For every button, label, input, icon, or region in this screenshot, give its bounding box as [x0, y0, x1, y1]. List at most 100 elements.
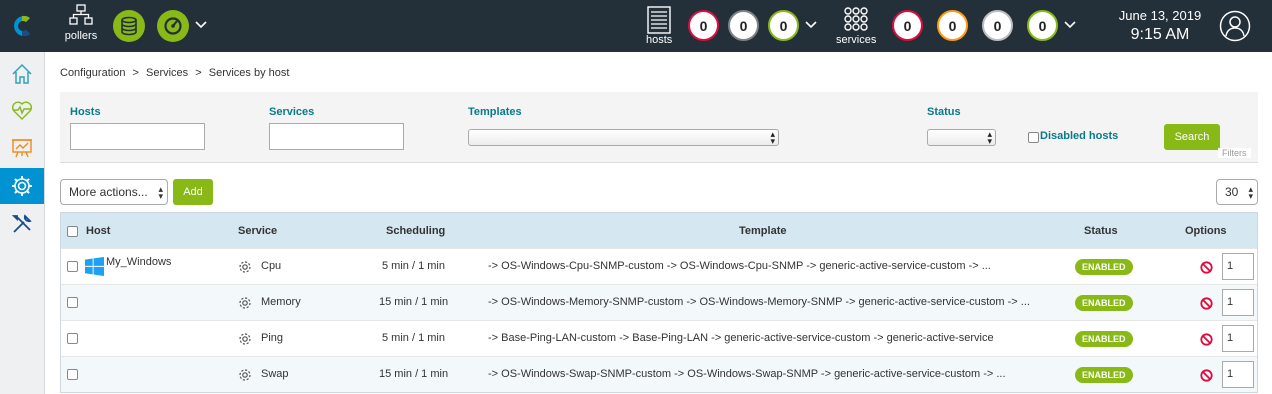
status-badge: ENABLED: [1075, 295, 1133, 311]
services-label: services: [836, 34, 877, 46]
status-badge: ENABLED: [1075, 331, 1133, 347]
hosts-down-counter[interactable]: 0: [688, 10, 719, 41]
row-checkbox[interactable]: [67, 369, 78, 380]
hosts-unreachable-counter[interactable]: 0: [728, 10, 759, 41]
disable-icon[interactable]: [1200, 333, 1213, 346]
pollers-button[interactable]: pollers: [58, 4, 104, 42]
sidebar-item-home[interactable]: [0, 56, 44, 92]
select-arrows-icon: ▴ ▾: [987, 129, 992, 146]
table-row: Memory 15 min / 1 min -> OS-Windows-Memo…: [61, 284, 1257, 320]
gear-icon: [239, 261, 251, 273]
sidebar: [0, 52, 45, 394]
row-checkbox[interactable]: [67, 333, 78, 344]
pollers-label: pollers: [64, 30, 98, 42]
service-name[interactable]: Memory: [261, 296, 301, 308]
header-service[interactable]: Service: [238, 225, 277, 237]
header-host[interactable]: Host: [86, 225, 110, 237]
configuration-icon: [12, 176, 32, 196]
hosts-label: hosts: [646, 34, 673, 46]
top-bar: pollers hosts 0 0 0 services 0 0 0 0 Jun…: [0, 0, 1272, 52]
current-date: June 13, 2019: [1118, 8, 1202, 23]
scheduling-value: 5 min / 1 min: [382, 332, 445, 344]
user-icon[interactable]: [1219, 10, 1251, 42]
scheduling-value: 15 min / 1 min: [379, 368, 449, 380]
status-filter-select[interactable]: ▴ ▾: [927, 129, 996, 146]
duplicate-count-input[interactable]: 1: [1222, 289, 1254, 316]
template-chain: -> OS-Windows-Cpu-SNMP-custom -> OS-Wind…: [488, 260, 991, 272]
row-checkbox[interactable]: [67, 261, 78, 272]
duplicate-count-input[interactable]: 1: [1222, 325, 1254, 352]
windows-icon: [85, 257, 104, 276]
sidebar-item-configuration[interactable]: [0, 168, 44, 204]
status-filter-label: Status: [927, 106, 961, 118]
poller-status-icon: [164, 17, 182, 35]
row-checkbox[interactable]: [67, 297, 78, 308]
header-options: Options: [1185, 225, 1227, 237]
table-row: Ping 5 min / 1 min -> Base-Ping-LAN-cust…: [61, 320, 1257, 356]
database-button[interactable]: [113, 10, 145, 42]
template-chain: -> Base-Ping-LAN-custom -> Base-Ping-LAN…: [488, 332, 994, 344]
services-ok-counter[interactable]: 0: [1027, 10, 1058, 41]
administration-icon: [11, 214, 32, 233]
service-name[interactable]: Cpu: [261, 260, 281, 272]
template-chain: -> OS-Windows-Memory-SNMP-custom -> OS-W…: [488, 296, 1030, 308]
hosts-filter-input[interactable]: [70, 123, 205, 150]
poller-status-button[interactable]: [157, 10, 189, 42]
services-critical-counter[interactable]: 0: [892, 10, 923, 41]
disable-icon[interactable]: [1200, 261, 1213, 274]
table-row: Swap 15 min / 1 min -> OS-Windows-Swap-S…: [61, 356, 1257, 392]
sidebar-item-reporting[interactable]: [0, 130, 44, 166]
scheduling-value: 5 min / 1 min: [382, 260, 445, 272]
status-badge: ENABLED: [1075, 367, 1133, 383]
services-unknown-counter[interactable]: 0: [982, 10, 1013, 41]
service-name[interactable]: Ping: [261, 332, 283, 344]
breadcrumb-configuration[interactable]: Configuration: [60, 67, 125, 79]
header-template: Template: [739, 225, 787, 237]
current-time: 9:15 AM: [1130, 26, 1190, 43]
centreon-logo-icon[interactable]: [0, 0, 45, 52]
header-scheduling: Scheduling: [386, 225, 446, 237]
templates-filter-select[interactable]: ▴ ▾: [468, 129, 779, 146]
duplicate-count-input[interactable]: 1: [1222, 361, 1254, 388]
sidebar-item-administration[interactable]: [0, 206, 44, 242]
chevron-down-icon[interactable]: [804, 18, 818, 32]
select-all-checkbox[interactable]: [67, 226, 78, 237]
breadcrumb-services-by-host[interactable]: Services by host: [209, 67, 290, 79]
filters-panel: Hosts Services Templates ▴ ▾ Status ▴ ▾ Di…: [60, 92, 1258, 163]
duplicate-count-input[interactable]: 1: [1222, 253, 1254, 280]
header-status: Status: [1084, 225, 1118, 237]
disabled-hosts-label: Disabled hosts: [1040, 130, 1119, 142]
host-name[interactable]: My_Windows: [106, 256, 171, 268]
gear-icon: [239, 297, 251, 309]
add-button[interactable]: Add: [173, 179, 213, 205]
hosts-up-counter[interactable]: 0: [768, 10, 799, 41]
monitoring-icon: [11, 101, 33, 120]
scheduling-value: 15 min / 1 min: [379, 296, 449, 308]
breadcrumb: Configuration > Services > Services by h…: [60, 67, 293, 79]
disable-icon[interactable]: [1200, 369, 1213, 382]
page-size-select[interactable]: 30 ▴ ▾: [1216, 179, 1258, 205]
chevron-down-icon[interactable]: [1063, 18, 1077, 32]
services-filter-input[interactable]: [269, 123, 404, 150]
reporting-icon: [12, 139, 32, 158]
gear-icon: [239, 369, 251, 381]
breadcrumb-services[interactable]: Services: [146, 67, 188, 79]
select-arrows-icon: ▴ ▾: [1248, 184, 1253, 201]
templates-filter-label: Templates: [468, 106, 522, 118]
database-icon: [121, 16, 137, 36]
services-table: Host Service Scheduling Template Status …: [60, 212, 1258, 393]
hosts-icon[interactable]: [647, 6, 671, 34]
services-icon[interactable]: [843, 6, 869, 32]
service-name[interactable]: Swap: [261, 368, 289, 380]
filters-caption: Filters: [1218, 148, 1251, 158]
services-warning-counter[interactable]: 0: [937, 10, 968, 41]
more-actions-select[interactable]: More actions... ▴ ▾: [60, 179, 168, 205]
disable-icon[interactable]: [1200, 297, 1213, 310]
select-arrows-icon: ▴ ▾: [770, 129, 775, 146]
hosts-filter-label: Hosts: [70, 106, 101, 118]
services-filter-label: Services: [269, 106, 315, 118]
disabled-hosts-checkbox[interactable]: [1028, 132, 1039, 143]
chevron-down-icon[interactable]: [194, 18, 208, 32]
sidebar-item-monitoring[interactable]: [0, 92, 44, 128]
search-button[interactable]: Search: [1164, 124, 1220, 150]
